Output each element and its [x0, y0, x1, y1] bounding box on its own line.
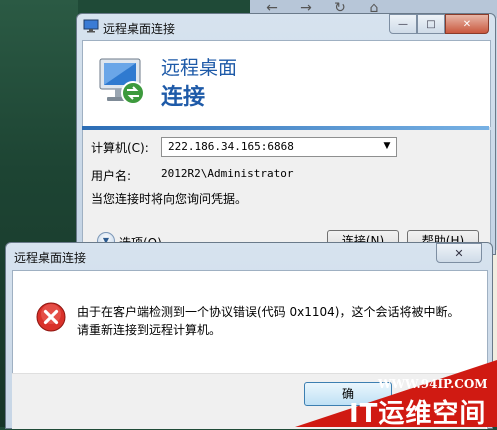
rdp-title: 远程桌面连接 [103, 22, 176, 36]
rdp-form: 计算机(C): 222.186.34.165:6868 ▼ 用户名: 2012R… [82, 130, 491, 252]
error-message-line1: 由于在客户端检测到一个协议错误(代码 0x1104)，这个会话将被中断。 [77, 305, 460, 319]
error-icon [36, 302, 66, 332]
watermark-url: WWW.94IP.COM [378, 377, 488, 391]
credentials-note: 当您连接时将向您询问凭据。 [91, 192, 248, 206]
username-label: 用户名: [91, 169, 132, 183]
banner-title-line1: 远程桌面 [161, 57, 238, 79]
rdp-window: 远程桌面连接 — □ ✕ 远程桌面 连接 计算机(C): 222.186.34.… [76, 13, 496, 255]
computer-combobox[interactable]: 222.186.34.165:6868 ▼ [161, 137, 397, 157]
minimize-button[interactable]: — [389, 14, 417, 34]
minimize-icon: — [398, 18, 408, 30]
computer-label: 计算机(C): [91, 141, 149, 155]
close-button[interactable]: ✕ [445, 14, 489, 34]
maximize-icon: □ [426, 18, 436, 30]
chevron-down-icon[interactable]: ▼ [381, 141, 393, 153]
rdp-app-icon [83, 19, 99, 33]
error-dialog-title: 远程桌面连接 [14, 251, 87, 265]
error-close-button[interactable]: ✕ [436, 243, 482, 263]
close-icon: ✕ [462, 18, 472, 30]
close-icon: ✕ [454, 246, 464, 260]
maximize-button[interactable]: □ [417, 14, 445, 34]
rdp-titlebar: 远程桌面连接 — □ ✕ [77, 14, 495, 40]
banner-title-line2: 连接 [161, 85, 206, 110]
error-message-line2: 请重新连接到远程计算机。 [77, 323, 222, 337]
rdp-banner: 远程桌面 连接 [82, 40, 491, 127]
computer-value: 222.186.34.165:6868 [168, 140, 294, 153]
remote-desktop-icon [99, 58, 145, 105]
watermark-name: IT运维空间 [349, 399, 487, 429]
username-value: 2012R2\Administrator [161, 167, 294, 180]
